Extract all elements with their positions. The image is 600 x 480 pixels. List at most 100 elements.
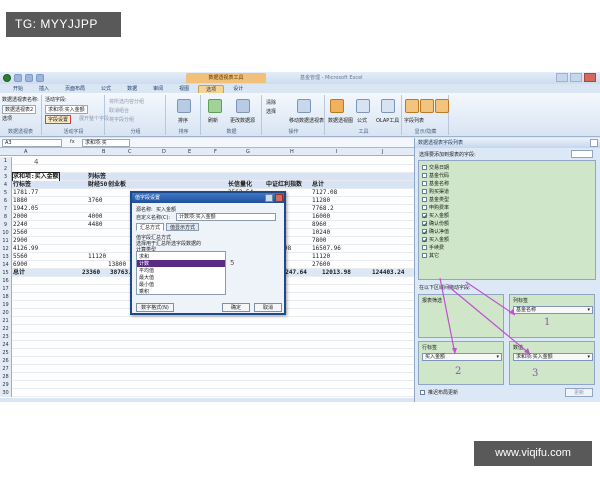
row-number[interactable]: 14 [0, 261, 12, 269]
row-number[interactable]: 18 [0, 293, 12, 301]
values-field-chip[interactable]: 求和项:买入金额 [513, 353, 593, 361]
row-number[interactable]: 30 [0, 389, 12, 397]
column-header-j[interactable]: J [382, 149, 383, 155]
options-button[interactable]: 选项 [2, 115, 12, 122]
column-header-e[interactable]: E [188, 149, 191, 155]
row-number[interactable]: 26 [0, 357, 12, 365]
row-number[interactable]: 16 [0, 277, 12, 285]
summarize-function-option[interactable]: 计数 [137, 260, 225, 267]
summarize-function-option[interactable]: 最大值 [139, 274, 154, 281]
table-cell[interactable]: 2560 [13, 229, 27, 237]
field-list-button[interactable]: 字段列表 [404, 117, 424, 124]
tab-review[interactable]: 审阅 [146, 85, 170, 93]
row-number[interactable]: 19 [0, 301, 12, 309]
column-labels-area[interactable]: 列标签 基金名称 1 [509, 294, 595, 338]
table-cell[interactable]: 长信量化 [228, 181, 252, 189]
field-list-item[interactable]: 买入金额 [422, 236, 449, 243]
group-selection-button[interactable]: 将所选内容分组 [109, 98, 144, 105]
office-logo-icon[interactable] [3, 74, 11, 82]
table-cell[interactable]: 4480 [88, 221, 102, 229]
column-header-f[interactable]: F [214, 149, 217, 155]
row-number[interactable]: 9 [0, 221, 12, 229]
row-number[interactable]: 3 [0, 173, 12, 181]
row-number[interactable]: 13 [0, 253, 12, 261]
refresh-icon[interactable] [208, 99, 222, 113]
field-list-item[interactable]: 确认份额 [422, 220, 449, 227]
row-number[interactable]: 27 [0, 365, 12, 373]
field-list-item[interactable]: 其它 [422, 252, 439, 259]
table-cell[interactable]: 4000 [88, 213, 102, 221]
table-cell[interactable]: 6900 [13, 261, 27, 269]
cancel-button[interactable]: 取消 [254, 303, 282, 312]
close-icon[interactable] [584, 73, 596, 82]
row-number[interactable]: 1 [0, 157, 12, 165]
tab-insert[interactable]: 插入 [32, 85, 56, 93]
formula-button[interactable]: 公式 [357, 117, 367, 124]
field-checkbox[interactable] [422, 213, 427, 218]
field-list-item[interactable]: 交易日期 [422, 164, 449, 171]
table-cell[interactable]: 10240 [312, 229, 330, 237]
table-cell[interactable]: 11120 [312, 253, 330, 261]
tab-data[interactable]: 数据 [120, 85, 144, 93]
field-settings-button[interactable]: 字段设置 [45, 115, 72, 124]
table-cell[interactable]: 11120 [88, 253, 106, 261]
number-format-button[interactable]: 数字格式(N) [136, 303, 174, 312]
panel-close-icon[interactable] [590, 139, 598, 147]
olap-button[interactable]: OLAP工具 [376, 117, 399, 124]
group-field-button[interactable]: 将字段分组 [109, 116, 134, 123]
row-number[interactable]: 12 [0, 245, 12, 253]
table-cell[interactable]: 16507.96 [312, 245, 341, 253]
olap-icon[interactable] [381, 99, 395, 113]
field-list-icon[interactable] [405, 99, 419, 113]
column-header-d[interactable]: D [162, 149, 166, 155]
minimize-icon[interactable] [556, 73, 568, 82]
table-cell[interactable]: 4126.99 [13, 245, 38, 253]
change-source-icon[interactable] [236, 99, 250, 113]
row-number[interactable]: 25 [0, 349, 12, 357]
move-pivot-icon[interactable] [297, 99, 311, 113]
field-checkbox[interactable] [422, 221, 427, 226]
table-cell[interactable]: 7800 [312, 237, 326, 245]
table-cell[interactable]: 1942.05 [13, 205, 38, 213]
column-header-i[interactable]: I [336, 149, 337, 155]
summarize-function-list[interactable]: 求和 计数 平均值 最大值 最小值 乘积 [136, 251, 226, 295]
row-field-chip[interactable]: 买入金额 [422, 353, 502, 361]
table-cell[interactable]: 2240 [13, 221, 27, 229]
tab-design[interactable]: 设计 [226, 85, 250, 93]
row-number[interactable]: 7 [0, 205, 12, 213]
formula-icon[interactable] [356, 99, 370, 113]
table-cell[interactable]: 27600 [312, 261, 330, 269]
row-number[interactable]: 29 [0, 381, 12, 389]
row-number[interactable]: 8 [0, 213, 12, 221]
column-header-a[interactable]: A [24, 149, 27, 155]
values-area[interactable]: 数值 求和项:买入金额 3 [509, 341, 595, 385]
table-cell[interactable]: 求和项:买入金额 [12, 172, 60, 182]
tab-options[interactable]: 选项 [198, 85, 225, 93]
row-number[interactable]: 22 [0, 325, 12, 333]
report-filter-area[interactable]: 报表筛选 [418, 294, 504, 338]
undo-icon[interactable] [25, 74, 33, 82]
field-list-item[interactable]: 基金名称 [422, 180, 449, 187]
fx-icon[interactable]: fx [70, 139, 75, 145]
summarize-function-option[interactable]: 最小值 [139, 281, 154, 288]
table-cell[interactable]: 2000 [13, 213, 27, 221]
table-cell[interactable]: 12013.98 [322, 269, 351, 277]
tab-show-values-as[interactable]: 值显示方式 [166, 223, 200, 231]
row-number[interactable]: 5 [0, 189, 12, 197]
summarize-function-option[interactable]: 求和 [139, 253, 149, 260]
active-field-input[interactable]: 求和项:买入金额 [45, 105, 88, 114]
column-header-g[interactable]: G [246, 149, 250, 155]
row-number[interactable]: 23 [0, 333, 12, 341]
row-number[interactable]: 28 [0, 373, 12, 381]
table-cell[interactable]: 124403.24 [372, 269, 405, 277]
update-button[interactable]: 更新 [565, 388, 593, 397]
pivot-name-input[interactable]: 数据透视表2 [2, 105, 37, 114]
ungroup-button[interactable]: 取消组合 [109, 107, 129, 114]
tab-page-layout[interactable]: 页面布局 [58, 85, 92, 93]
clear-button[interactable]: 清除 [266, 99, 276, 106]
custom-name-input[interactable]: 计数项:买入金额 [176, 213, 276, 221]
pivot-chart-button[interactable]: 数据透视图 [328, 117, 353, 124]
tab-formulas[interactable]: 公式 [94, 85, 118, 93]
save-icon[interactable] [14, 74, 22, 82]
field-checkbox[interactable] [422, 189, 427, 194]
